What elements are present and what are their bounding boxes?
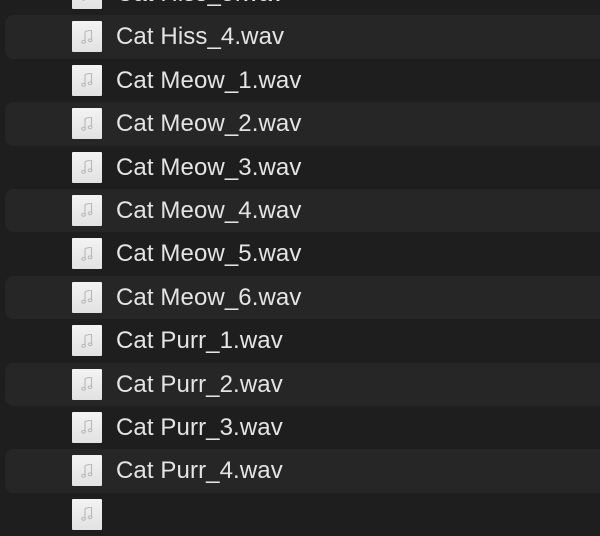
file-name: Cat Purr_2.wav — [116, 370, 283, 398]
audio-file-icon — [72, 194, 102, 226]
audio-file-icon — [72, 281, 102, 313]
list-item[interactable]: Cat Meow_3.wav — [0, 146, 600, 189]
file-name: Cat Meow_2.wav — [116, 110, 302, 138]
audio-file-icon — [72, 151, 102, 183]
audio-file-icon — [72, 64, 102, 96]
audio-file-icon — [72, 108, 102, 140]
audio-file-icon — [72, 455, 102, 487]
list-item[interactable]: Cat Meow_1.wav — [0, 59, 600, 102]
audio-file-icon — [72, 368, 102, 400]
file-name: Cat Meow_1.wav — [116, 66, 302, 94]
audio-file-icon — [72, 498, 102, 530]
list-item[interactable] — [0, 493, 600, 536]
file-name: Cat Purr_4.wav — [116, 457, 283, 485]
file-name: Cat Meow_5.wav — [116, 240, 302, 268]
file-name: Cat Hiss_3.wav — [116, 0, 284, 9]
list-item[interactable]: Cat Purr_2.wav — [0, 362, 600, 407]
list-item[interactable]: Cat Meow_4.wav — [0, 188, 600, 233]
audio-file-icon — [72, 325, 102, 357]
list-item[interactable]: Cat Meow_6.wav — [0, 275, 600, 320]
file-name: Cat Meow_6.wav — [116, 283, 302, 311]
audio-file-icon — [72, 0, 102, 9]
file-name: Cat Purr_1.wav — [116, 327, 283, 355]
list-item[interactable]: Cat Purr_3.wav — [0, 406, 600, 449]
list-item[interactable]: Cat Hiss_3.wav — [0, 0, 600, 15]
list-item[interactable]: Cat Hiss_4.wav — [0, 15, 600, 60]
list-item[interactable]: Cat Meow_2.wav — [0, 102, 600, 146]
file-list: Cat Hiss_3.wav Cat Hiss_4.wav Cat Meow_1… — [0, 0, 600, 536]
audio-file-icon — [72, 238, 102, 270]
list-item[interactable]: Cat Purr_4.wav — [0, 449, 600, 494]
file-name: Cat Purr_3.wav — [116, 413, 283, 441]
file-name: Cat Meow_3.wav — [116, 153, 302, 181]
audio-file-icon — [72, 411, 102, 443]
audio-file-icon — [72, 21, 102, 53]
list-item[interactable]: Cat Meow_5.wav — [0, 232, 600, 275]
file-name: Cat Hiss_4.wav — [116, 23, 285, 51]
list-item[interactable]: Cat Purr_1.wav — [0, 319, 600, 362]
file-name: Cat Meow_4.wav — [116, 196, 302, 224]
